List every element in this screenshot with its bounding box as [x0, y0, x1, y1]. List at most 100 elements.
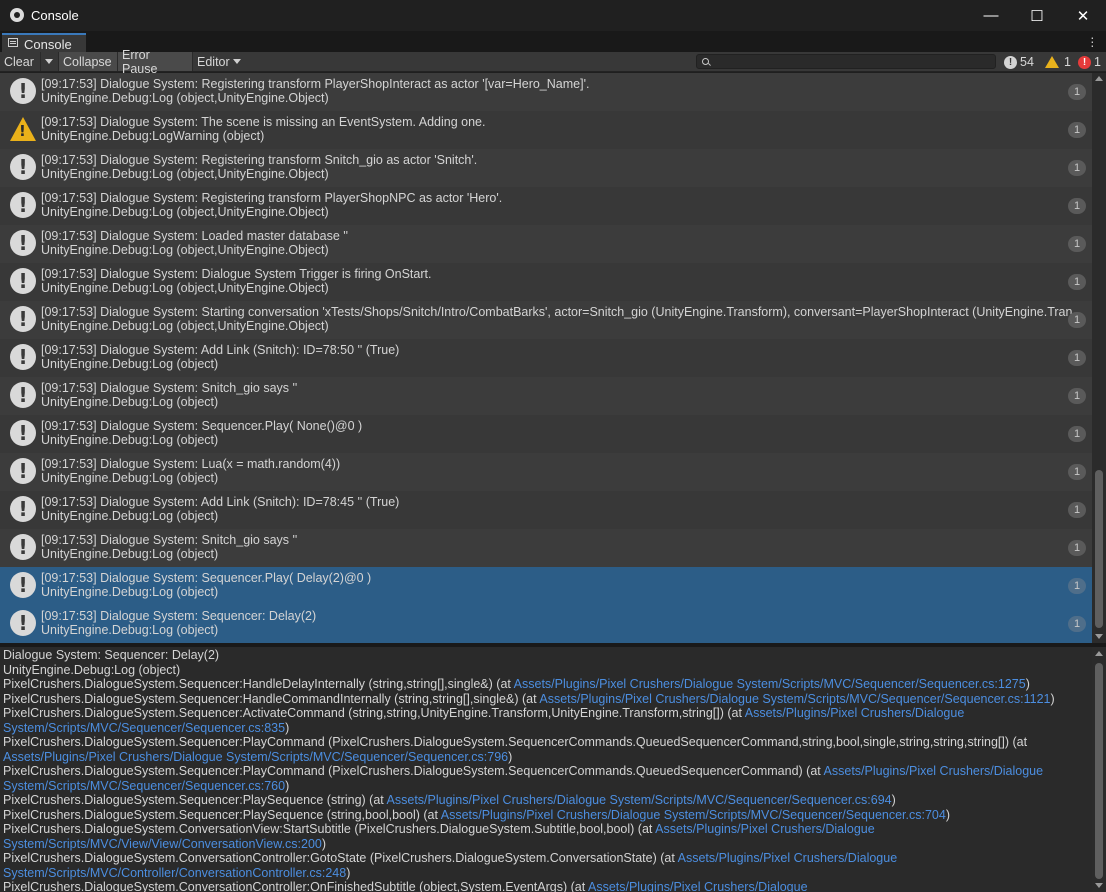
log-source: UnityEngine.Debug:Log (object): [41, 357, 219, 371]
log-entry[interactable]: ! [09:17:53] Dialogue System: Registering…: [0, 73, 1092, 111]
log-source: UnityEngine.Debug:Log (object): [41, 433, 219, 447]
stack-trace-text: PixelCrushers.DialogueSystem.Sequencer:P…: [3, 735, 1028, 749]
stack-trace-line: PixelCrushers.DialogueSystem.Sequencer:P…: [3, 764, 1043, 778]
stack-trace-line: Assets/Plugins/Pixel Crushers/Dialogue S…: [3, 750, 512, 764]
scrollbar-thumb[interactable]: [1095, 663, 1103, 879]
scroll-down-icon[interactable]: [1095, 634, 1103, 639]
source-file-link[interactable]: Assets/Plugins/Pixel Crushers/Dialogue S…: [3, 750, 508, 764]
stack-trace-tail: ): [1025, 677, 1030, 691]
log-source: UnityEngine.Debug:Log (object): [41, 585, 219, 599]
log-message: [09:17:53] Dialogue System: Loaded maste…: [41, 229, 349, 243]
log-entry[interactable]: ! [09:17:53] Dialogue System: Dialogue Sy…: [0, 263, 1092, 301]
search-icon: [702, 58, 709, 65]
source-file-link[interactable]: Assets/Plugins/Pixel Crushers/Dialogue S…: [514, 677, 1026, 691]
kebab-menu-icon[interactable]: · · ·: [1090, 30, 1096, 52]
log-entry[interactable]: ! [09:17:53] Dialogue System: Snitch_gio …: [0, 377, 1092, 415]
stack-trace-text: PixelCrushers.DialogueSystem.Sequencer:H…: [3, 677, 514, 691]
log-entry[interactable]: ! [09:17:53] Dialogue System: Lua(x = mat…: [0, 453, 1092, 491]
log-entry[interactable]: ! [09:17:53] Dialogue System: Add Link (S…: [0, 339, 1092, 377]
info-count-toggle[interactable]: ! 54: [1004, 53, 1034, 71]
stack-trace-text: PixelCrushers.DialogueSystem.Sequencer:P…: [3, 807, 441, 822]
error-count-toggle[interactable]: ! 1: [1078, 53, 1101, 71]
info-icon: !: [10, 458, 38, 486]
log-entry[interactable]: ! [09:17:53] Dialogue System: The scene i…: [0, 111, 1092, 149]
log-source: UnityEngine.Debug:Log (object): [41, 509, 219, 523]
warning-count-toggle[interactable]: 1: [1045, 53, 1071, 71]
error-count: 1: [1094, 55, 1101, 69]
log-entry[interactable]: ! [09:17:53] Dialogue System: Sequencer: …: [0, 605, 1092, 643]
minimize-button[interactable]: —: [968, 0, 1014, 31]
source-file-link[interactable]: Assets/Plugins/Pixel Crushers/Dialogue: [678, 851, 898, 865]
tab-console[interactable]: Console: [2, 33, 86, 52]
log-entry[interactable]: ! [09:17:53] Dialogue System: Starting co…: [0, 301, 1092, 339]
log-source: UnityEngine.Debug:Log (object,UnityEngin…: [41, 205, 329, 219]
log-source: UnityEngine.Debug:Log (object,UnityEngin…: [41, 243, 329, 257]
source-file-link[interactable]: System/Scripts/MVC/Sequencer/Sequencer.c…: [3, 779, 285, 793]
window-title: Console: [31, 8, 79, 23]
maximize-button[interactable]: ☐: [1014, 0, 1060, 31]
warning-icon: !: [10, 116, 38, 144]
source-file-link[interactable]: Assets/Plugins/Pixel Crushers/Dialogue S…: [441, 808, 946, 822]
search-input[interactable]: [696, 54, 996, 69]
log-message: [09:17:53] Dialogue System: Sequencer: D…: [41, 609, 317, 623]
stack-trace-tail: ): [1050, 691, 1055, 706]
log-entry[interactable]: ! [09:17:53] Dialogue System: Sequencer.P…: [0, 415, 1092, 453]
stack-trace-line: Dialogue System: Sequencer: Delay(2): [3, 648, 219, 662]
log-count-badge: 1: [1068, 350, 1086, 366]
source-file-link[interactable]: Assets/Plugins/Pixel Crushers/Dialogue: [745, 706, 965, 720]
stack-trace-line: System/Scripts/MVC/View/View/Conversatio…: [3, 837, 326, 851]
stack-trace-text: PixelCrushers.DialogueSystem.Conversatio…: [3, 822, 656, 836]
stack-trace-scrollbar[interactable]: [1092, 647, 1106, 892]
log-source: UnityEngine.Debug:LogWarning (object): [41, 129, 265, 143]
source-file-link[interactable]: System/Scripts/MVC/Sequencer/Sequencer.c…: [3, 721, 285, 735]
clear-button[interactable]: Clear: [0, 52, 40, 71]
source-file-link[interactable]: System/Scripts/MVC/Controller/Conversati…: [3, 866, 346, 880]
close-button[interactable]: ✕: [1060, 0, 1106, 31]
source-file-link[interactable]: Assets/Plugins/Pixel Crushers/Dialogue S…: [539, 692, 1050, 706]
log-message: [09:17:53] Dialogue System: Add Link (Sn…: [41, 495, 400, 509]
info-icon: !: [10, 534, 38, 562]
log-entry[interactable]: ! [09:17:53] Dialogue System: Add Link (S…: [0, 491, 1092, 529]
source-file-link[interactable]: System/Scripts/MVC/View/View/Conversatio…: [3, 837, 322, 851]
stack-trace-text: PixelCrushers.DialogueSystem.Sequencer:P…: [3, 793, 387, 807]
scrollbar-thumb[interactable]: [1095, 470, 1103, 628]
info-icon: !: [1004, 55, 1017, 69]
scroll-up-icon[interactable]: [1095, 651, 1103, 656]
log-source: UnityEngine.Debug:Log (object,UnityEngin…: [41, 319, 329, 333]
log-count-badge: 1: [1068, 236, 1086, 252]
stack-trace-tail: ): [285, 778, 290, 793]
log-message: [09:17:53] Dialogue System: Snitch_gio s…: [41, 533, 298, 547]
source-file-link[interactable]: Assets/Plugins/Pixel Crushers/Dialogue: [824, 764, 1044, 778]
log-count-badge: 1: [1068, 312, 1086, 328]
source-file-link[interactable]: Assets/Plugins/Pixel Crushers/Dialogue: [655, 822, 875, 836]
error-pause-toggle[interactable]: Error Pause: [118, 48, 192, 76]
stack-trace-panel: Dialogue System: Sequencer: Delay(2) Unit…: [0, 647, 1092, 892]
scroll-down-icon[interactable]: [1095, 883, 1103, 888]
stack-trace-line: UnityEngine.Debug:Log (object): [3, 663, 180, 677]
tab-console-label: Console: [24, 37, 72, 52]
log-entry[interactable]: ! [09:17:53] Dialogue System: Snitch_gio …: [0, 529, 1092, 567]
clear-label: Clear: [4, 54, 34, 69]
stack-trace-line: System/Scripts/MVC/Sequencer/Sequencer.c…: [3, 721, 289, 735]
clear-options-dropdown[interactable]: [41, 52, 58, 71]
stack-trace-line: PixelCrushers.DialogueSystem.Conversatio…: [3, 851, 897, 865]
log-list-scrollbar[interactable]: [1092, 73, 1106, 643]
chevron-down-icon: [45, 59, 53, 64]
stack-trace-line: PixelCrushers.DialogueSystem.Sequencer:A…: [3, 706, 964, 720]
log-count-badge: 1: [1068, 388, 1086, 404]
log-count-badge: 1: [1068, 616, 1086, 632]
collapse-label: Collapse: [63, 54, 112, 69]
log-entry[interactable]: ! [09:17:53] Dialogue System: Sequencer.P…: [0, 567, 1092, 605]
log-entry[interactable]: ! [09:17:53] Dialogue System: Registering…: [0, 149, 1092, 187]
warning-count: 1: [1064, 55, 1071, 69]
collapse-toggle[interactable]: Collapse: [59, 52, 117, 71]
source-file-link[interactable]: Assets/Plugins/Pixel Crushers/Dialogue S…: [387, 793, 892, 807]
stack-trace-text: PixelCrushers.DialogueSystem.Conversatio…: [3, 880, 588, 892]
editor-dropdown[interactable]: Editor: [193, 52, 245, 71]
scroll-up-icon[interactable]: [1095, 76, 1103, 81]
log-entry[interactable]: ! [09:17:53] Dialogue System: Registering…: [0, 187, 1092, 225]
source-file-link[interactable]: Assets/Plugins/Pixel Crushers/Dialogue: [588, 880, 808, 892]
warning-icon: [1045, 56, 1059, 68]
log-entry[interactable]: ! [09:17:53] Dialogue System: Loaded mast…: [0, 225, 1092, 263]
log-source: UnityEngine.Debug:Log (object,UnityEngin…: [41, 91, 329, 105]
